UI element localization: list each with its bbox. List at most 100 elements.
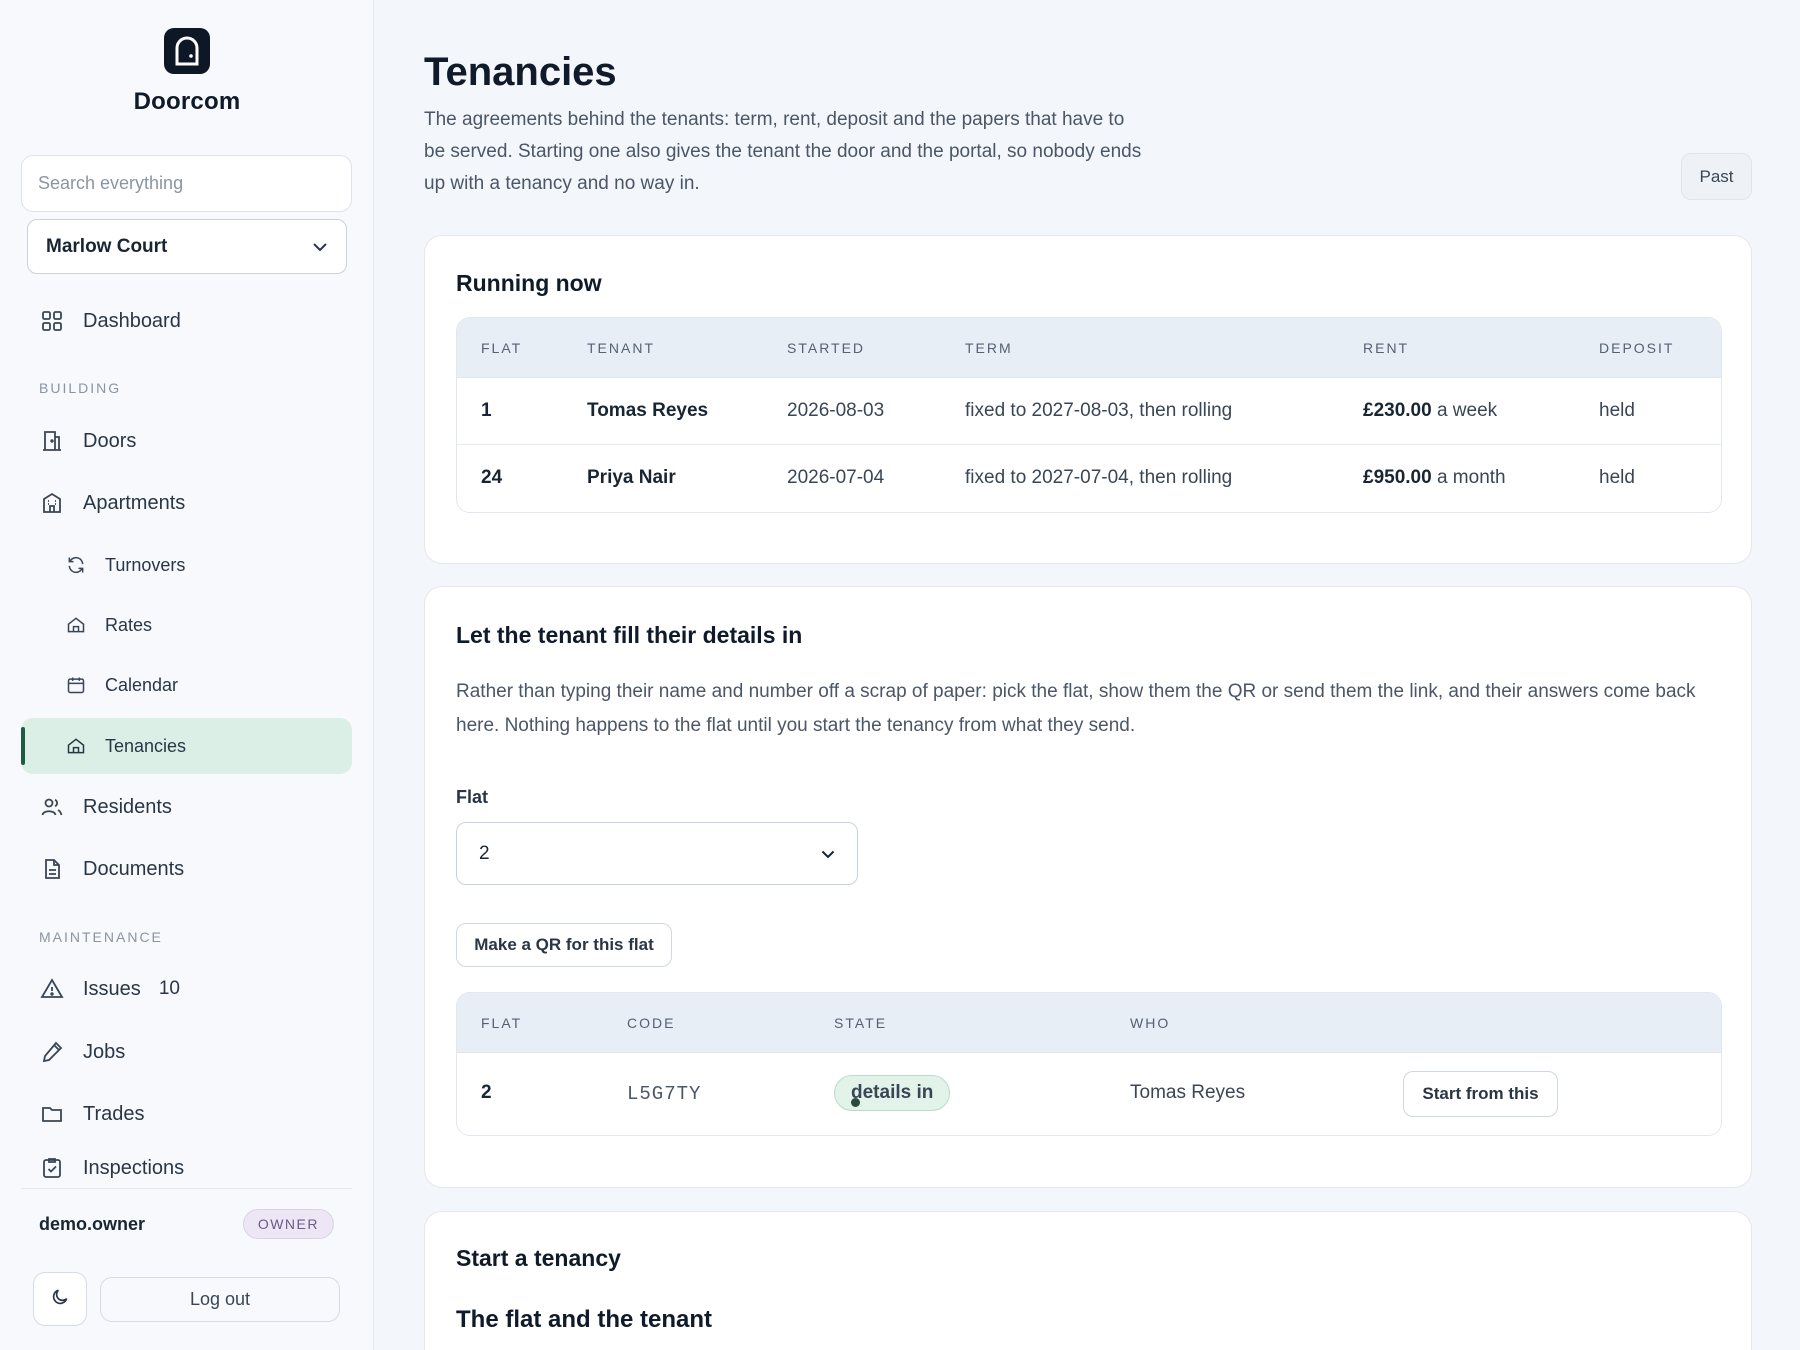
running-table: FLAT TENANT STARTED TERM RENT DEPOSIT 1 … bbox=[456, 317, 1722, 513]
sidebar-item-label: Trades bbox=[83, 1102, 145, 1125]
col-tenant: TENANT bbox=[587, 340, 655, 356]
rent-period: a week bbox=[1431, 400, 1498, 421]
col-term: TERM bbox=[965, 340, 1013, 356]
sidebar-item-rates[interactable]: Rates bbox=[21, 597, 352, 653]
rent-period: a month bbox=[1431, 467, 1506, 488]
doorcom-logo-icon bbox=[164, 28, 210, 74]
cell-deposit: held bbox=[1599, 400, 1635, 421]
sidebar-item-dashboard[interactable]: Dashboard bbox=[21, 293, 352, 349]
status-badge-label: details in bbox=[851, 1082, 934, 1103]
start-from-this-button[interactable]: Start from this bbox=[1403, 1071, 1558, 1117]
sidebar-item-label: Rates bbox=[105, 614, 153, 635]
building-icon bbox=[39, 490, 65, 516]
logout-button[interactable]: Log out bbox=[100, 1277, 340, 1322]
table-header: FLAT TENANT STARTED TERM RENT DEPOSIT bbox=[457, 318, 1721, 378]
theme-toggle-button[interactable] bbox=[33, 1272, 87, 1326]
folder-icon bbox=[39, 1101, 65, 1127]
sidebar-item-inspections[interactable]: Inspections bbox=[21, 1148, 352, 1188]
user-name: demo.owner bbox=[39, 1213, 146, 1234]
codes-table: FLAT CODE STATE WHO 2 L5G7TY details in … bbox=[456, 992, 1722, 1136]
page-title: Tenancies bbox=[424, 50, 617, 94]
sidebar-item-trades[interactable]: Trades bbox=[21, 1086, 352, 1142]
running-now-title: Running now bbox=[456, 270, 602, 296]
start-tenancy-subtitle: The flat and the tenant bbox=[456, 1306, 713, 1333]
brand-name: Doorcom bbox=[133, 88, 241, 115]
sidebar-item-label: Jobs bbox=[83, 1040, 126, 1063]
cell-code: L5G7TY bbox=[627, 1083, 702, 1105]
sidebar-item-apartments[interactable]: Apartments bbox=[21, 475, 352, 531]
running-now-card: Running now FLAT TENANT STARTED TERM REN… bbox=[424, 235, 1752, 564]
calendar-icon bbox=[65, 674, 87, 696]
brand: Doorcom bbox=[0, 28, 374, 116]
col-code: CODE bbox=[627, 1015, 676, 1031]
status-badge: details in bbox=[834, 1075, 951, 1111]
sidebar-item-label: Issues bbox=[83, 977, 141, 1000]
document-icon bbox=[39, 856, 65, 882]
col-who: WHO bbox=[1130, 1015, 1171, 1031]
table-header: FLAT CODE STATE WHO bbox=[457, 993, 1721, 1053]
home-icon bbox=[65, 614, 87, 636]
sidebar-item-turnovers[interactable]: Turnovers bbox=[21, 537, 352, 593]
cell-rent: £950.00 a month bbox=[1363, 467, 1506, 489]
sidebar-item-label: Documents bbox=[83, 857, 185, 880]
cell-flat: 24 bbox=[481, 467, 503, 488]
cell-started: 2026-08-03 bbox=[787, 400, 885, 421]
cell-tenant[interactable]: Tomas Reyes bbox=[587, 400, 708, 422]
col-flat: FLAT bbox=[481, 1015, 523, 1031]
sidebar-item-label: Residents bbox=[83, 795, 172, 818]
cell-tenant[interactable]: Priya Nair bbox=[587, 467, 676, 489]
cell-term: fixed to 2027-08-03, then rolling bbox=[965, 400, 1233, 421]
cell-who: Tomas Reyes bbox=[1130, 1082, 1246, 1103]
door-icon bbox=[39, 428, 65, 454]
table-row[interactable]: 1 Tomas Reyes 2026-08-03 fixed to 2027-0… bbox=[457, 378, 1721, 445]
sidebar-item-documents[interactable]: Documents bbox=[21, 841, 352, 897]
cell-started: 2026-07-04 bbox=[787, 467, 885, 488]
nav-section-maintenance: MAINTENANCE bbox=[39, 929, 163, 945]
sidebar-item-label: Inspections bbox=[83, 1156, 185, 1179]
sidebar-item-doors[interactable]: Doors bbox=[21, 413, 352, 469]
col-rent: RENT bbox=[1363, 340, 1410, 356]
user-row: demo.owner OWNER bbox=[21, 1188, 352, 1239]
chevron-down-icon bbox=[821, 843, 835, 865]
grid-icon bbox=[39, 308, 65, 334]
main-content: Tenancies The agreements behind the tena… bbox=[374, 0, 1800, 1350]
sidebar-item-residents[interactable]: Residents bbox=[21, 779, 352, 835]
flat-label: Flat bbox=[456, 787, 489, 807]
sidebar-item-label: Dashboard bbox=[83, 309, 181, 332]
flat-select[interactable]: 2 bbox=[456, 822, 858, 885]
sidebar-item-tenancies[interactable]: Tenancies bbox=[21, 718, 352, 774]
start-tenancy-title: Start a tenancy bbox=[456, 1245, 621, 1271]
rent-amount: £950.00 bbox=[1363, 467, 1432, 488]
chevron-down-icon bbox=[312, 236, 328, 258]
make-qr-button[interactable]: Make a QR for this flat bbox=[456, 923, 672, 967]
warning-icon bbox=[39, 976, 65, 1002]
tenant-fill-card: Let the tenant fill their details in Rat… bbox=[424, 586, 1752, 1188]
sidebar-item-calendar[interactable]: Calendar bbox=[21, 657, 352, 713]
refresh-icon bbox=[65, 554, 87, 576]
tenant-fill-lead: Rather than typing their name and number… bbox=[456, 681, 1696, 736]
role-badge: OWNER bbox=[242, 1209, 334, 1239]
flat-select-value: 2 bbox=[479, 842, 490, 864]
col-started: STARTED bbox=[787, 340, 866, 356]
sidebar-item-jobs[interactable]: Jobs bbox=[21, 1024, 352, 1080]
col-flat: FLAT bbox=[481, 340, 523, 356]
sidebar-item-label: Calendar bbox=[105, 674, 179, 695]
status-dot-icon bbox=[851, 1098, 860, 1107]
table-row[interactable]: 24 Priya Nair 2026-07-04 fixed to 2027-0… bbox=[457, 445, 1721, 512]
col-deposit: DEPOSIT bbox=[1599, 340, 1675, 356]
moon-icon bbox=[50, 1287, 70, 1312]
past-button[interactable]: Past bbox=[1681, 153, 1752, 200]
clipboard-check-icon bbox=[39, 1155, 65, 1181]
sidebar-item-label: Turnovers bbox=[105, 554, 186, 575]
sidebar-item-label: Tenancies bbox=[105, 735, 187, 756]
table-row: 2 L5G7TY details in Tomas Reyes Start fr… bbox=[457, 1053, 1721, 1135]
issues-count-badge: 10 bbox=[158, 978, 180, 999]
col-state: STATE bbox=[834, 1015, 888, 1031]
building-select[interactable]: Marlow Court bbox=[27, 219, 347, 274]
sidebar-item-issues[interactable]: Issues 10 bbox=[21, 961, 352, 1017]
sidebar: Doorcom Marlow Court Dashboard BUILDING … bbox=[0, 0, 374, 1350]
rent-amount: £230.00 bbox=[1363, 400, 1432, 421]
cell-flat: 2 bbox=[481, 1082, 492, 1103]
users-icon bbox=[39, 794, 65, 820]
search-input[interactable] bbox=[21, 155, 352, 212]
